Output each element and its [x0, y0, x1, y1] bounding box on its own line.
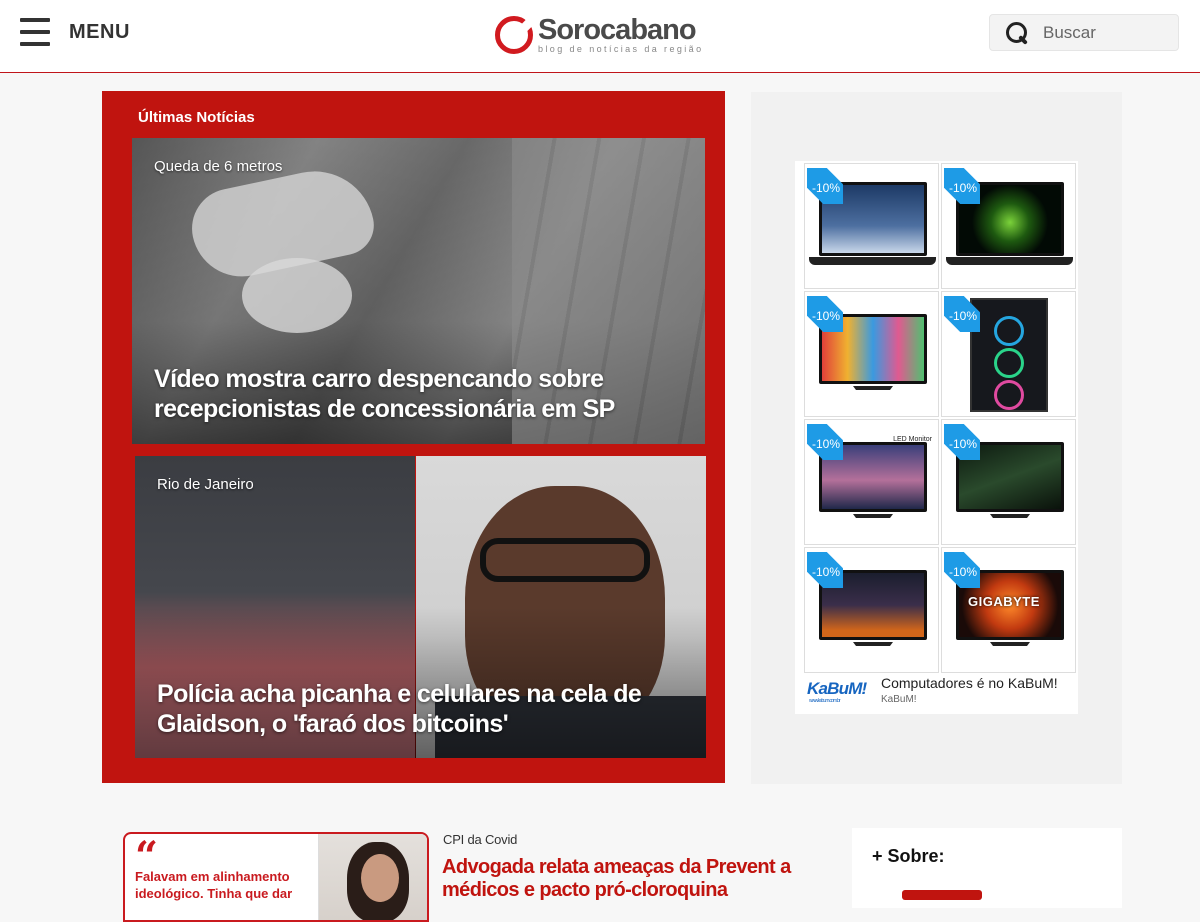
search-box[interactable]	[989, 14, 1179, 51]
ad-footer-text[interactable]: Computadores é no KaBuM!	[881, 675, 1058, 691]
article-category[interactable]: CPI da Covid	[443, 832, 517, 847]
ad-product-pc-case[interactable]: -10%	[941, 291, 1076, 417]
about-title: + Sobre:	[872, 846, 945, 866]
ad-footer-sub: KaBuM!	[881, 694, 917, 705]
logo-name: Sorocabano	[538, 14, 697, 46]
discount-badge: -10%	[949, 565, 978, 579]
news-card[interactable]: Queda de 6 metros Vídeo mostra carro des…	[132, 138, 705, 444]
menu-label[interactable]: MENU	[69, 21, 130, 44]
discount-badge: -10%	[812, 309, 841, 323]
discount-badge: -10%	[949, 181, 978, 195]
ad-product-laptop[interactable]: -10%	[941, 163, 1076, 289]
hamburger-icon[interactable]	[20, 18, 50, 46]
card-headline[interactable]: Polícia acha picanha e celulares na cela…	[157, 679, 677, 739]
ad-product-monitor[interactable]: -10%	[941, 419, 1076, 545]
ad-product-monitor[interactable]: LED Monitor -10%	[804, 419, 939, 545]
ad-footer[interactable]: KaBuM! www.kabum.com.br Computadores é no…	[804, 673, 1076, 711]
ad-product-monitor[interactable]: GIGABYTE -10%	[941, 547, 1076, 673]
discount-badge: -10%	[949, 309, 978, 323]
site-logo[interactable]: Sorocabano blog de notícias da região	[495, 14, 703, 56]
person-photo	[318, 834, 427, 920]
logo-tagline: blog de notícias da região	[538, 44, 704, 54]
latest-news-section: Últimas Notícias Queda de 6 metros Vídeo…	[102, 91, 725, 783]
article-headline[interactable]: Advogada relata ameaças da Prevent a méd…	[442, 856, 822, 902]
ad-product-monitor[interactable]: -10%	[804, 547, 939, 673]
search-input[interactable]	[1043, 22, 1173, 43]
menu-button[interactable]: MENU	[20, 16, 130, 48]
discount-badge: -10%	[949, 437, 978, 451]
ad-panel: i ✕ -10% -10% -10%	[751, 92, 1122, 784]
card-category[interactable]: Queda de 6 metros	[154, 158, 282, 175]
about-link[interactable]	[902, 890, 982, 900]
article-thumbnail[interactable]: “ Falavam em alinhamento ideológico. Tin…	[123, 832, 429, 922]
led-monitor-label: LED Monitor	[893, 436, 932, 443]
quote-text: Falavam em alinhamento ideológico. Tinha…	[135, 869, 293, 901]
ad-banner[interactable]: i ✕ -10% -10% -10%	[795, 161, 1078, 714]
ad-product-laptop[interactable]: -10%	[804, 163, 939, 289]
gigabyte-label: GIGABYTE	[968, 594, 1040, 609]
discount-badge: -10%	[812, 565, 841, 579]
search-icon[interactable]	[1005, 21, 1029, 45]
ad-product-grid: -10% -10% -10% -10% LED Monitor -10% -10…	[804, 163, 1076, 673]
discount-badge: -10%	[812, 437, 841, 451]
discount-badge: -10%	[812, 181, 841, 195]
logo-ring-icon	[495, 16, 533, 54]
card-headline[interactable]: Vídeo mostra carro despencando sobre rec…	[154, 364, 674, 424]
site-header: MENU Sorocabano blog de notícias da regi…	[0, 0, 1200, 73]
kabum-logo[interactable]: KaBuM! www.kabum.com.br	[807, 679, 873, 704]
about-widget: + Sobre:	[852, 828, 1122, 908]
ad-product-monitor[interactable]: -10%	[804, 291, 939, 417]
news-card[interactable]: Rio de Janeiro Polícia acha picanha e ce…	[135, 456, 706, 758]
card-category[interactable]: Rio de Janeiro	[157, 476, 254, 493]
section-title: Últimas Notícias	[138, 109, 255, 126]
